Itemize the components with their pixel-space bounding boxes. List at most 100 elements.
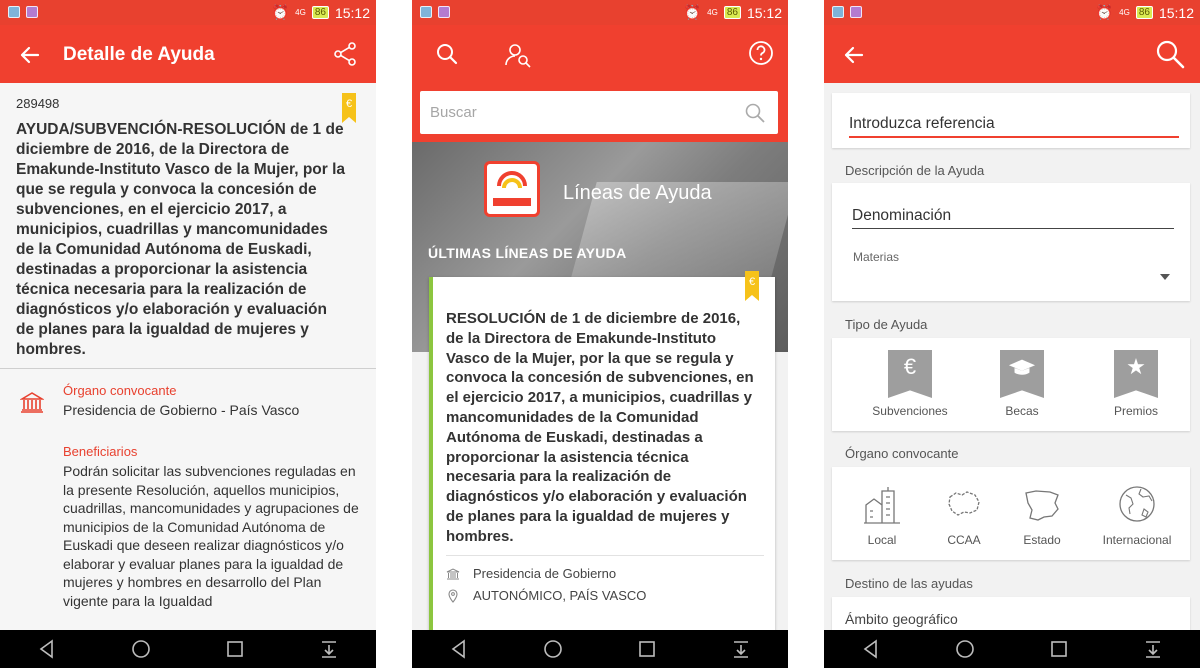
app-bar: Detalle de Ayuda: [0, 25, 376, 83]
organo-local[interactable]: Local: [852, 483, 912, 547]
nav-notifications-icon[interactable]: [1133, 634, 1173, 664]
card-location-row: AUTONÓMICO, PAÍS VASCO: [446, 588, 646, 603]
euro-badge: €: [745, 271, 759, 301]
share-icon[interactable]: [332, 41, 358, 67]
description-section: Denominación Materias: [832, 183, 1190, 301]
network-indicator: 4G: [707, 7, 718, 17]
reference-input[interactable]: Introduzca referencia: [849, 115, 1179, 138]
nav-back-icon[interactable]: [851, 634, 891, 664]
tab-search-icon[interactable]: [434, 41, 460, 67]
clock: 15:12: [1158, 4, 1194, 21]
search-box: [420, 91, 778, 134]
system-nav-bar: [0, 630, 376, 668]
card-location: AUTONÓMICO, PAÍS VASCO: [473, 588, 647, 603]
app-logo: [484, 161, 540, 217]
help-icon[interactable]: [748, 40, 774, 66]
nav-recents-icon[interactable]: [627, 634, 667, 664]
nav-home-icon[interactable]: [945, 634, 985, 664]
institution-icon: [20, 392, 44, 413]
tipo-section-title: Tipo de Ayuda: [845, 317, 928, 332]
hero-title: Líneas de Ayuda: [563, 182, 712, 204]
tab-user-search-icon[interactable]: [504, 41, 532, 69]
phone-detalle: ⏰ 4G 86 15:12 Detalle de Ayuda 289498 € …: [0, 0, 376, 668]
notification-icon: [26, 6, 38, 18]
back-arrow-icon[interactable]: [16, 41, 44, 69]
description-section-title: Descripción de la Ayuda: [845, 163, 985, 178]
status-bar: ⏰ 4G 86 15:12: [0, 0, 376, 25]
detail-body: 289498 € AYUDA/SUBVENCIÓN-RESOLUCIÓN de …: [0, 83, 376, 630]
institution-icon: [446, 567, 460, 579]
tipo-label: Subvenciones: [872, 404, 948, 418]
network-indicator: 4G: [1119, 7, 1130, 17]
back-arrow-icon[interactable]: [840, 41, 868, 69]
globe-icon: [1119, 486, 1155, 522]
organo-label: CCAA: [947, 533, 981, 547]
app-bar: [412, 25, 788, 108]
network-indicator: 4G: [295, 7, 306, 17]
aid-card[interactable]: € RESOLUCIÓN de 1 de diciembre de 2016, …: [429, 271, 775, 637]
nav-home-icon[interactable]: [121, 634, 161, 664]
tipo-label: Premios: [1113, 404, 1158, 418]
nav-recents-icon[interactable]: [215, 634, 255, 664]
tipo-label: Becas: [1005, 404, 1039, 418]
app-bar: [824, 25, 1200, 83]
clock: 15:12: [334, 4, 370, 21]
city-buildings-icon: [864, 487, 900, 524]
nav-back-icon[interactable]: [439, 634, 479, 664]
battery-indicator: 86: [723, 6, 741, 19]
beneficiarios-label: Beneficiarios: [63, 444, 138, 459]
tipo-becas[interactable]: Becas: [982, 350, 1062, 418]
phone-lineas: ⏰ 4G 86 15:12 Líneas de Ayuda ÚLTIMAS LÍ…: [412, 0, 788, 668]
materias-label: Materias: [853, 250, 900, 264]
notification-icon: [850, 6, 862, 18]
organo-internacional[interactable]: Internacional: [1094, 483, 1180, 547]
star-ribbon-icon: ★: [1114, 350, 1158, 398]
nav-home-icon[interactable]: [533, 634, 573, 664]
search-icon[interactable]: [1154, 38, 1186, 70]
euro-ribbon-icon: €: [888, 350, 932, 398]
aid-reference: 289498: [16, 96, 60, 111]
reference-section: Introduzca referencia: [832, 93, 1190, 148]
status-bar: ⏰ 4G 86 15:12: [412, 0, 788, 25]
organo-value: Presidencia de Gobierno - País Vasco: [63, 402, 300, 418]
aid-title: AYUDA/SUBVENCIÓN-RESOLUCIÓN de 1 de dici…: [16, 121, 346, 358]
organo-label: Estado: [1023, 533, 1061, 547]
location-pin-icon: [448, 588, 458, 603]
tipo-premios[interactable]: ★ Premios: [1096, 350, 1176, 418]
nav-notifications-icon[interactable]: [309, 634, 349, 664]
ambito-label[interactable]: Ámbito geográfico: [845, 611, 958, 627]
section-heading: ÚLTIMAS LÍNEAS DE AYUDA: [428, 245, 627, 261]
phone-busqueda: ⏰ 4G 86 15:12 Introduzca referencia Desc…: [824, 0, 1200, 668]
nav-back-icon[interactable]: [27, 634, 67, 664]
divider: [0, 368, 376, 369]
search-input[interactable]: [428, 103, 732, 122]
notification-icon: [438, 6, 450, 18]
materias-dropdown-icon[interactable]: [1160, 274, 1170, 280]
notification-icon: [420, 6, 432, 18]
organo-label: Órgano convocante: [63, 383, 177, 398]
nav-notifications-icon[interactable]: [721, 634, 761, 664]
organo-estado[interactable]: Estado: [1012, 483, 1072, 547]
battery-indicator: 86: [311, 6, 329, 19]
notification-icon: [832, 6, 844, 18]
search-bar: [412, 83, 788, 142]
destino-section-title: Destino de las ayudas: [845, 576, 973, 591]
nav-recents-icon[interactable]: [1039, 634, 1079, 664]
system-nav-bar: [824, 630, 1200, 668]
region-map-icon: [948, 491, 980, 516]
organo-ccaa[interactable]: CCAA: [934, 483, 994, 547]
clock: 15:12: [746, 4, 782, 21]
organo-section: Local CCAA Estado Internacional: [832, 467, 1190, 560]
system-nav-bar: [412, 630, 788, 668]
card-title: RESOLUCIÓN de 1 de diciembre de 2016, de…: [446, 310, 754, 545]
card-divider: [446, 555, 764, 556]
organo-section-title: Órgano convocante: [845, 446, 959, 461]
status-bar: ⏰ 4G 86 15:12: [824, 0, 1200, 25]
euro-badge: €: [342, 93, 356, 123]
alarm-icon: ⏰: [1095, 4, 1114, 20]
search-icon[interactable]: [744, 102, 766, 124]
notification-icon: [8, 6, 20, 18]
tipo-section: € Subvenciones Becas ★ Premios: [832, 338, 1190, 431]
tipo-subvenciones[interactable]: € Subvenciones: [870, 350, 950, 418]
denominacion-input[interactable]: Denominación: [852, 207, 1174, 229]
